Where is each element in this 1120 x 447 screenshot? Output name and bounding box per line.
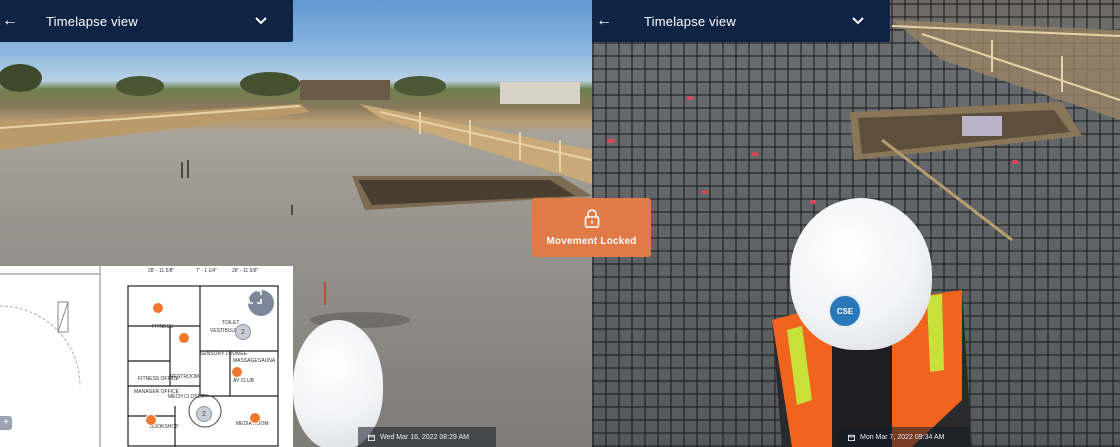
- right-timelapse-pane[interactable]: CSE Mon Mar 7, 2022 09:34 AM: [592, 0, 1120, 447]
- toolbar-title: Timelapse view: [644, 13, 736, 29]
- photo-count-marker[interactable]: 2: [235, 324, 251, 340]
- hard-hat: [790, 198, 932, 350]
- room-label: VESTIBULE: [210, 328, 238, 334]
- right-site-photo[interactable]: CSE: [592, 0, 1120, 447]
- room-label: AV CLUB: [233, 378, 255, 384]
- dimension-label: 7' - 1 1/4": [196, 268, 218, 274]
- arrow-left-icon: ←: [2, 12, 18, 29]
- room-label: SAUNA: [258, 358, 276, 364]
- zoom-in-button[interactable]: +: [0, 416, 12, 430]
- capture-date-left: Wed Mar 16, 2022 08:29 AM: [358, 427, 496, 447]
- capture-date-right: Mon Mar 7, 2022 09:34 AM: [838, 427, 970, 447]
- capture-date-text: Wed Mar 16, 2022 08:29 AM: [380, 433, 469, 441]
- arrow-left-icon: ←: [596, 12, 612, 29]
- room-label: MECH CLOSET: [168, 394, 205, 400]
- lock-icon: [584, 208, 599, 228]
- camera-pin[interactable]: [231, 366, 243, 378]
- camera-pin[interactable]: [145, 414, 157, 426]
- movement-locked-label: Movement Locked: [546, 235, 637, 247]
- room-label: SENSORY LOUNGE: [200, 351, 247, 357]
- dimension-label: 28' - 11 5/8": [232, 268, 259, 274]
- chevron-down-icon: [255, 17, 267, 25]
- camera-pin[interactable]: [178, 332, 190, 344]
- hard-hat-logo: CSE: [828, 294, 862, 328]
- expand-floorplan-button[interactable]: [248, 290, 274, 316]
- capture-date-text: Mon Mar 7, 2022 09:34 AM: [860, 433, 945, 441]
- dimension-label: 28' - 11 5/8": [148, 268, 175, 274]
- view-dropdown-button[interactable]: [844, 0, 872, 42]
- movement-lock-toggle[interactable]: Movement Locked: [532, 198, 651, 257]
- room-label: FITNESS: [152, 324, 174, 330]
- left-timelapse-pane[interactable]: ← Timelapse view 28' - 11 5/8" 7' - 1 1/…: [0, 0, 592, 447]
- back-button[interactable]: ←: [0, 0, 22, 42]
- chevron-down-icon: [852, 17, 864, 25]
- room-label: MASSAGE: [233, 358, 258, 364]
- left-toolbar: ← Timelapse view: [0, 0, 293, 42]
- calendar-icon: [368, 434, 375, 441]
- room-label: RESTROOM: [170, 374, 199, 380]
- camera-pin[interactable]: [249, 412, 261, 424]
- right-toolbar: ← Timelapse view: [592, 0, 890, 42]
- floorplan-minimap[interactable]: 28' - 11 5/8" 7' - 1 1/4" 28' - 11 5/8" …: [0, 266, 293, 447]
- calendar-icon: [848, 434, 855, 441]
- view-dropdown-button[interactable]: [247, 0, 275, 42]
- photo-count-marker[interactable]: 2: [196, 406, 212, 422]
- expand-icon: [248, 290, 262, 304]
- camera-pin[interactable]: [152, 302, 164, 314]
- back-button[interactable]: ←: [592, 0, 616, 42]
- toolbar-title: Timelapse view: [46, 13, 138, 29]
